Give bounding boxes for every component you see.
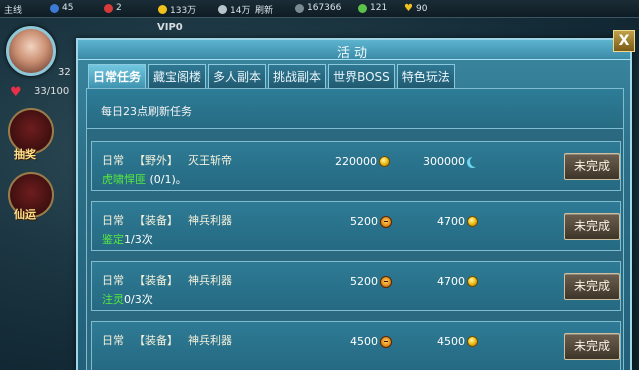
task-type: 日常 bbox=[102, 154, 124, 167]
reward-2: 4700 bbox=[437, 215, 478, 228]
close-icon[interactable]: X bbox=[613, 30, 635, 52]
heart-icon: ♥ bbox=[404, 3, 413, 14]
reward-1: 220000 bbox=[335, 155, 390, 168]
task-name: 神兵利器 bbox=[188, 214, 232, 227]
status-button[interactable]: 未完成 bbox=[564, 153, 620, 180]
reward-1: 4500 bbox=[350, 335, 392, 348]
main-quest-label[interactable]: 主线 bbox=[4, 3, 22, 16]
task-category: 【野外】 bbox=[134, 154, 178, 167]
stat-red: 2 bbox=[104, 3, 122, 13]
coin-icon bbox=[467, 216, 478, 227]
task-category: 【装备】 bbox=[134, 334, 178, 347]
progress-count: 1/3次 bbox=[124, 233, 153, 246]
gold-coin-icon bbox=[158, 5, 167, 14]
fortune-label: 仙运 bbox=[14, 208, 36, 221]
panel-title: 活动 bbox=[336, 46, 371, 61]
task-type: 日常 bbox=[102, 334, 124, 347]
activity-panel: 活动 日常任务 藏宝阁楼 多人副本 挑战副本 世界BOSS 特色玩法 每日23点… bbox=[76, 38, 632, 370]
gem-icon bbox=[50, 3, 59, 13]
refresh-banner: 每日23点刷新任务 bbox=[87, 89, 623, 129]
reward-1: 5200 bbox=[350, 215, 392, 228]
tab-world-boss[interactable]: 世界BOSS bbox=[328, 64, 395, 88]
task-title: 日常 【装备】 神兵利器 bbox=[102, 212, 242, 228]
status-button[interactable]: 未完成 bbox=[564, 333, 620, 360]
task-name: 神兵利器 bbox=[188, 274, 232, 287]
hp-value: 33/100 bbox=[34, 86, 70, 97]
stat-silver: 14万 bbox=[218, 3, 250, 16]
progress-count: 0/3次 bbox=[124, 293, 153, 306]
panel-title-bar: 活动 bbox=[78, 40, 630, 61]
silver-icon bbox=[218, 5, 227, 14]
progress-label: 鉴定 bbox=[102, 233, 124, 246]
refresh-notice: 每日23点刷新任务 bbox=[101, 105, 192, 118]
coin-icon bbox=[467, 336, 478, 347]
tab-special-play[interactable]: 特色玩法 bbox=[396, 64, 455, 88]
coin-icon bbox=[379, 156, 390, 167]
hp-heart-icon: ♥ bbox=[10, 85, 22, 100]
coin-icon bbox=[467, 276, 478, 287]
task-category: 【装备】 bbox=[134, 214, 178, 227]
stat-heart: ♥ 90 bbox=[404, 3, 428, 14]
reward-2: 4500 bbox=[437, 335, 478, 348]
reward-2-value: 4700 bbox=[437, 215, 465, 228]
task-title: 日常 【装备】 神兵利器 bbox=[102, 332, 242, 348]
tab-daily-tasks[interactable]: 日常任务 bbox=[88, 64, 147, 88]
stat-gem: 45 bbox=[50, 3, 73, 13]
red-gem-icon bbox=[104, 3, 113, 13]
tab-bar: 日常任务 藏宝阁楼 多人副本 挑战副本 世界BOSS 特色玩法 bbox=[88, 64, 455, 88]
task-row: 日常 【野外】 灭王斩帝 虎啸悍匪 (0/1)。 220000 300000 未完成 bbox=[91, 141, 621, 191]
task-progress: 鉴定1/3次 bbox=[102, 231, 153, 247]
player-avatar[interactable] bbox=[6, 26, 56, 76]
status-button[interactable]: 未完成 bbox=[564, 213, 620, 240]
reward-1-value: 5200 bbox=[350, 215, 378, 228]
task-title: 日常 【野外】 灭王斩帝 bbox=[102, 152, 242, 168]
progress-label: 注灵 bbox=[102, 293, 124, 306]
task-name: 灭王斩帝 bbox=[188, 154, 232, 167]
lottery-label: 抽奖 bbox=[14, 148, 36, 161]
vip-badge[interactable]: VIP0 bbox=[157, 22, 183, 33]
progress-count: (0/1)。 bbox=[149, 173, 187, 186]
task-title: 日常 【装备】 神兵利器 bbox=[102, 272, 242, 288]
task-progress: 虎啸悍匪 (0/1)。 bbox=[102, 171, 187, 187]
stat-power: 167366 bbox=[295, 3, 341, 13]
task-type: 日常 bbox=[102, 274, 124, 287]
reward-1-value: 220000 bbox=[335, 155, 377, 168]
status-button[interactable]: 未完成 bbox=[564, 273, 620, 300]
task-row: 日常 【装备】 神兵利器 鉴定1/3次 5200 4700 未完成 bbox=[91, 201, 621, 251]
token-icon bbox=[380, 215, 392, 228]
reward-2: 4700 bbox=[437, 275, 478, 288]
leaf-icon bbox=[358, 3, 367, 13]
tab-treasure-pavilion[interactable]: 藏宝阁楼 bbox=[148, 64, 207, 88]
progress-label: 虎啸悍匪 bbox=[102, 173, 146, 186]
moon-icon bbox=[470, 156, 481, 167]
reward-1: 5200 bbox=[350, 275, 392, 288]
task-category: 【装备】 bbox=[134, 274, 178, 287]
task-progress: 注灵0/3次 bbox=[102, 291, 153, 307]
token-icon bbox=[380, 275, 392, 288]
reward-2-value: 4500 bbox=[437, 335, 465, 348]
stat-gold: 133万 bbox=[158, 3, 196, 16]
task-row: 日常 【装备】 神兵利器 4500 4500 未完成 bbox=[91, 321, 621, 370]
token-icon bbox=[380, 335, 392, 348]
tab-multiplayer-dungeon[interactable]: 多人副本 bbox=[208, 64, 267, 88]
refresh-link[interactable]: 刷新 bbox=[255, 3, 273, 16]
reward-2: 300000 bbox=[423, 155, 478, 168]
task-row: 日常 【装备】 神兵利器 注灵0/3次 5200 4700 未完成 bbox=[91, 261, 621, 311]
reward-1-value: 5200 bbox=[350, 275, 378, 288]
task-list: 每日23点刷新任务 日常 【野外】 灭王斩帝 虎啸悍匪 (0/1)。 220000 … bbox=[86, 88, 624, 370]
power-icon bbox=[295, 3, 304, 13]
stat-green: 121 bbox=[358, 3, 387, 13]
task-name: 神兵利器 bbox=[188, 334, 232, 347]
reward-1-value: 4500 bbox=[350, 335, 378, 348]
tab-challenge-dungeon[interactable]: 挑战副本 bbox=[268, 64, 327, 88]
reward-2-value: 300000 bbox=[423, 155, 465, 168]
player-level: 32 bbox=[58, 67, 71, 78]
reward-2-value: 4700 bbox=[437, 275, 465, 288]
top-status-bar: 主线 45 2 133万 14万 刷新 167366 121 ♥ 90 bbox=[0, 0, 639, 18]
task-type: 日常 bbox=[102, 214, 124, 227]
